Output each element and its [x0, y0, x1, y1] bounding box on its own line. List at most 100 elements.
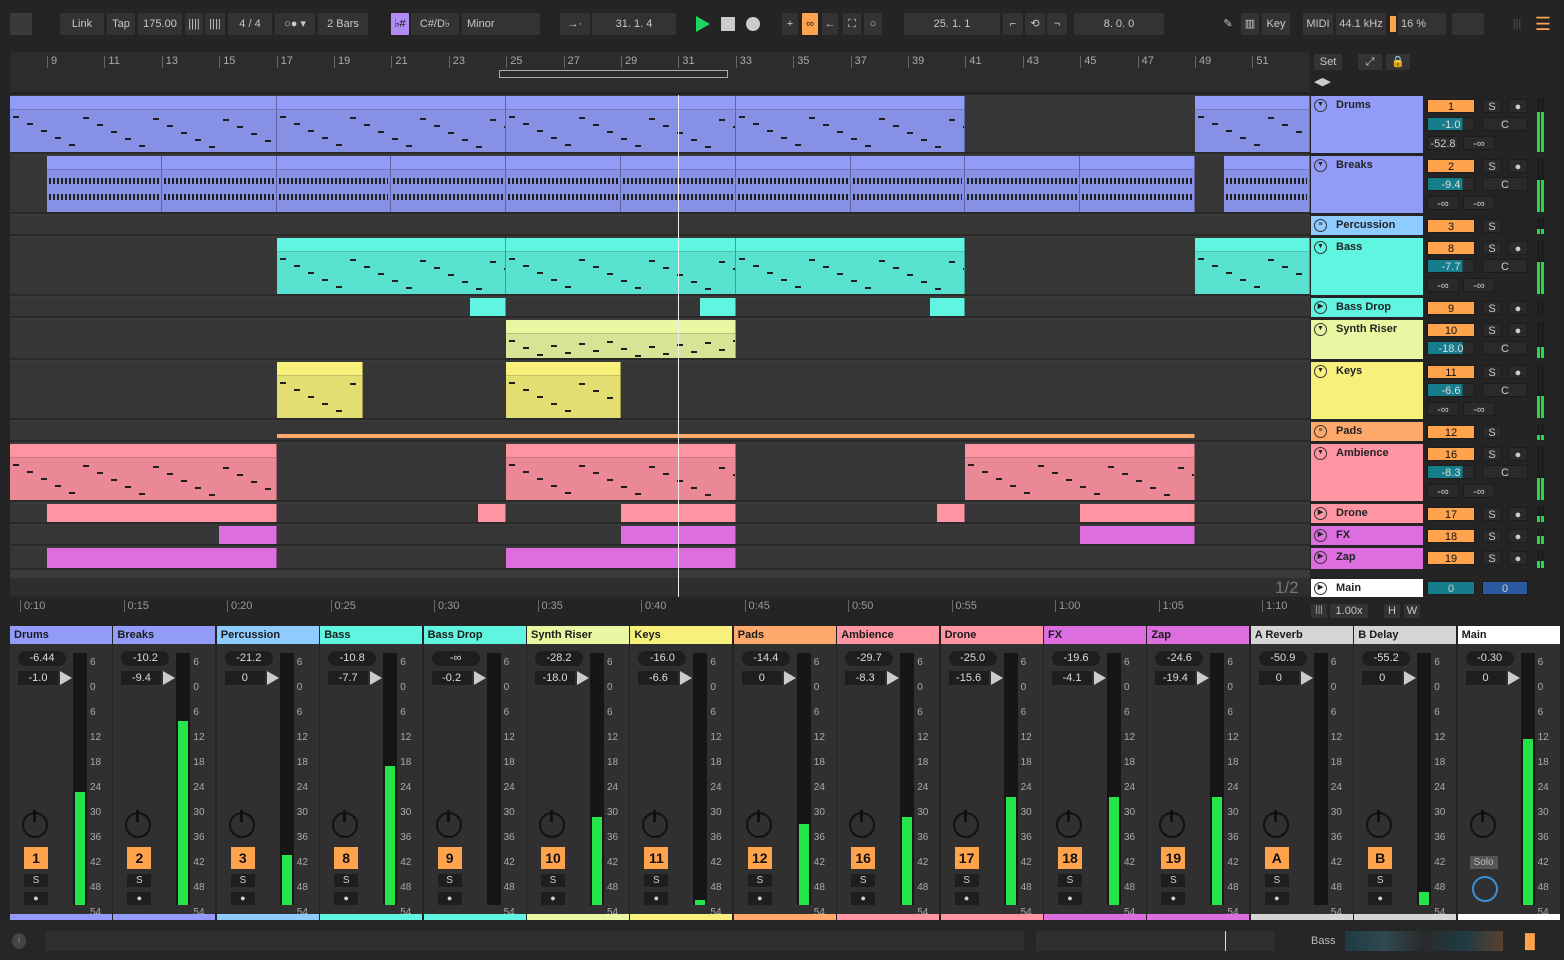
track-volume[interactable]: -7.7	[1427, 259, 1475, 273]
pan-knob[interactable]	[539, 810, 565, 838]
solo-button[interactable]: S	[1482, 159, 1502, 173]
solo-button[interactable]: S	[1482, 301, 1502, 315]
volume-fader-handle[interactable]	[1094, 671, 1106, 685]
volume-fader-handle[interactable]	[370, 671, 383, 685]
volume-field[interactable]: -0.2	[431, 671, 472, 685]
clip[interactable]	[391, 156, 507, 212]
clip[interactable]	[1080, 504, 1195, 522]
clip[interactable]	[276, 96, 507, 152]
arm-button[interactable]: ●	[1161, 892, 1186, 905]
clip[interactable]	[1223, 156, 1310, 212]
arm-button[interactable]: ●	[127, 892, 152, 905]
arm-button[interactable]: ●	[1264, 892, 1289, 905]
add-icon[interactable]: +	[782, 13, 798, 35]
solo-button[interactable]: S	[334, 874, 359, 887]
track-lane[interactable]	[10, 422, 1310, 442]
channel-header[interactable]: FX	[1044, 626, 1146, 644]
track-lane[interactable]	[10, 238, 1310, 296]
peak-level[interactable]: -50.9	[1258, 651, 1307, 666]
clip[interactable]	[276, 156, 392, 212]
track-number[interactable]: 19	[1427, 551, 1475, 565]
track-lane[interactable]	[10, 156, 1310, 214]
track-lane[interactable]	[10, 298, 1310, 318]
clip[interactable]	[276, 238, 507, 294]
clip[interactable]	[219, 526, 277, 544]
clip[interactable]	[506, 444, 736, 500]
track-header-zap[interactable]: ▶ Zap	[1311, 548, 1423, 569]
main-pan[interactable]: 0	[1482, 581, 1528, 595]
clip[interactable]	[506, 548, 736, 568]
pan-knob[interactable]	[745, 810, 772, 838]
volume-field[interactable]: -15.6	[948, 671, 989, 685]
arm-button[interactable]: ●	[1508, 241, 1528, 255]
locator-nav-icon[interactable]: ◀▶	[1314, 75, 1331, 88]
track-activator[interactable]: 19	[1161, 847, 1186, 869]
back-to-arrangement-icon[interactable]: ←	[822, 13, 838, 35]
clip[interactable]	[929, 298, 966, 316]
clip[interactable]	[1080, 156, 1195, 212]
volume-fader-handle[interactable]	[1507, 671, 1520, 685]
pan-knob[interactable]	[228, 810, 255, 838]
solo-button[interactable]: S	[1264, 874, 1289, 887]
track-activator[interactable]: 11	[644, 847, 669, 869]
peak-level[interactable]: -∞	[431, 651, 480, 666]
expand-icon[interactable]: ⤢	[1358, 54, 1382, 70]
pan-knob[interactable]	[1262, 810, 1289, 838]
midi-map-button[interactable]: MIDI	[1303, 13, 1333, 35]
fold-icon[interactable]: ▼	[1314, 241, 1327, 254]
clip[interactable]	[1195, 96, 1310, 152]
channel-header[interactable]: Drums	[10, 626, 112, 644]
peak-level[interactable]: -10.2	[121, 651, 170, 666]
solo-button[interactable]: S	[1161, 874, 1186, 887]
send-b[interactable]: -∞	[1463, 196, 1495, 210]
clip[interactable]	[735, 156, 851, 212]
fold-icon[interactable]: ▶	[1314, 582, 1327, 595]
pan-knob[interactable]	[22, 810, 48, 838]
fold-icon[interactable]: ▼	[1314, 323, 1327, 336]
loop-brace[interactable]	[499, 70, 728, 78]
automation-icon[interactable]: ∞	[802, 13, 818, 35]
arm-button[interactable]: ●	[541, 892, 565, 905]
loop-length-field[interactable]: 8. 0. 0	[1074, 13, 1164, 35]
track-volume[interactable]: -9.4	[1427, 177, 1475, 191]
fold-icon[interactable]: ▶	[1314, 507, 1327, 520]
meter-icon[interactable]: ▐▌	[1520, 933, 1540, 949]
solo-button[interactable]: S	[851, 874, 876, 887]
track-volume[interactable]: -1.0	[1427, 117, 1475, 131]
volume-fader-handle[interactable]	[1300, 671, 1313, 685]
arm-button[interactable]: ●	[1508, 507, 1528, 521]
position-field[interactable]: 31. 1. 4	[592, 13, 676, 35]
level-meter[interactable]	[796, 653, 811, 905]
track-activator[interactable]: 2	[127, 847, 152, 869]
time-signature-field[interactable]: 4 / 4	[228, 13, 272, 35]
pan-knob[interactable]	[332, 810, 359, 838]
clip[interactable]	[936, 504, 966, 522]
channel-header[interactable]: Zap	[1147, 626, 1250, 644]
channel-header[interactable]: Bass Drop	[423, 626, 526, 644]
arm-button[interactable]: ●	[644, 892, 669, 905]
level-meter[interactable]	[1520, 653, 1535, 905]
main-volume[interactable]: 0	[1427, 581, 1475, 595]
level-meter[interactable]	[590, 653, 604, 905]
send-a[interactable]: -∞	[1427, 278, 1459, 292]
volume-fader-handle[interactable]	[1404, 671, 1417, 685]
volume-field[interactable]: -8.3	[845, 671, 886, 685]
arm-button[interactable]: ●	[24, 892, 48, 905]
track-pan[interactable]: C	[1482, 465, 1528, 479]
track-activator[interactable]: 18	[1058, 847, 1082, 869]
volume-field[interactable]: -19.4	[1155, 671, 1196, 685]
track-header-synth-riser[interactable]: ▼ Synth Riser	[1311, 320, 1423, 359]
volume-field[interactable]: 0	[224, 671, 265, 685]
level-meter[interactable]	[486, 653, 501, 905]
clip[interactable]	[506, 96, 736, 152]
arm-button[interactable]: ●	[1508, 99, 1528, 113]
clip[interactable]	[699, 298, 736, 316]
clip[interactable]	[1080, 526, 1195, 544]
solo-button[interactable]: S	[437, 874, 462, 887]
clip[interactable]	[735, 238, 966, 294]
peak-level[interactable]: -16.0	[638, 651, 687, 666]
metronome-icon[interactable]: ○● ▾	[275, 13, 315, 35]
solo-button[interactable]: S	[1482, 447, 1502, 461]
volume-fader-handle[interactable]	[783, 671, 796, 685]
solo-button[interactable]: S	[1482, 99, 1502, 113]
